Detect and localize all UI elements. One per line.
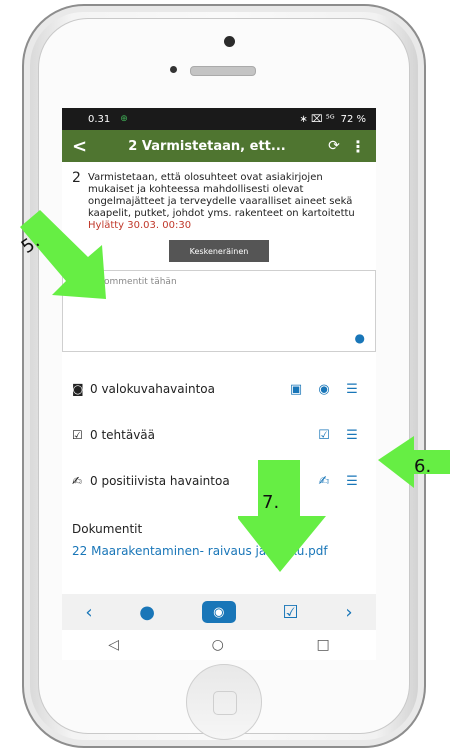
status-time: 0.31: [88, 113, 111, 125]
tasks-row: ☑ 0 tehtävää ☑ ☰: [62, 412, 376, 458]
sync-icon[interactable]: ⟳: [322, 138, 346, 154]
callout-arrow-5: [20, 210, 106, 299]
app-bar: < 2 Varmistetaan, ett... ⟳ ⋮: [62, 130, 376, 162]
task-description: Varmistetaan, että olosuhteet ovat asiak…: [88, 172, 355, 219]
add-task-icon[interactable]: ☑: [310, 428, 338, 443]
page-title: 2 Varmistetaan, ett...: [128, 138, 286, 154]
status-icons: ∗ ⌧ ⁵ᴳ: [299, 113, 335, 125]
rejected-status: Hylätty 30.03. 00:30: [88, 220, 192, 231]
photo-observation-icon: ◙: [72, 382, 84, 396]
task-icon: ☑: [72, 428, 83, 442]
settings-sliders-icon[interactable]: ☰: [338, 428, 366, 443]
phone-screen: 0.31 ⊕ ∗ ⌧ ⁵ᴳ 72 % < 2 Varmistetaan, ett…: [62, 108, 376, 660]
more-options-icon[interactable]: ⋮: [346, 137, 366, 156]
next-icon[interactable]: ›: [345, 602, 352, 623]
camera-icon[interactable]: ◉: [201, 601, 236, 623]
microphone-icon[interactable]: ●: [355, 331, 365, 345]
positive-observations-row: ✍ 0 positiivista havaintoa ✍ ☰: [62, 458, 376, 504]
settings-sliders-icon[interactable]: ☰: [338, 474, 366, 489]
status-button[interactable]: Keskeneräinen: [169, 240, 269, 262]
home-square-icon: [213, 691, 237, 715]
proximity-sensor: [170, 66, 177, 73]
task-body: Varmistetaan, että olosuhteet ovat asiak…: [88, 172, 366, 232]
android-nav-bar: ◁ ○ □: [62, 630, 376, 660]
nav-back-icon[interactable]: ◁: [108, 637, 119, 653]
microphone-icon[interactable]: ●: [139, 602, 155, 623]
nav-home-icon[interactable]: ○: [212, 637, 224, 653]
callout-arrow-7: [238, 460, 326, 572]
bottom-toolbar: ‹ ● ◉ ☑ ›: [62, 594, 376, 630]
callout-label-7: 7.: [262, 492, 280, 513]
earpiece-speaker: [190, 66, 256, 76]
back-icon[interactable]: <: [72, 136, 92, 157]
task-check-icon[interactable]: ☑: [282, 602, 298, 623]
tasks-label: 0 tehtävää: [90, 428, 156, 442]
photo-observations-row: ◙ 0 valokuvahavaintoa ▣ ◉ ☰: [62, 366, 376, 412]
sim-icon: ⊕: [120, 114, 128, 124]
observation-list: ◙ 0 valokuvahavaintoa ▣ ◉ ☰ ☑ 0 tehtävää…: [62, 366, 376, 504]
camera-icon[interactable]: ◉: [310, 382, 338, 397]
gallery-icon[interactable]: ▣: [282, 382, 310, 397]
documents-section: Dokumentit 22 Maarakentaminen- raivaus j…: [62, 504, 376, 558]
settings-sliders-icon[interactable]: ☰: [338, 382, 366, 397]
status-bar: 0.31 ⊕ ∗ ⌧ ⁵ᴳ 72 %: [62, 108, 376, 130]
previous-icon[interactable]: ‹: [85, 602, 92, 623]
photo-observations-label: 0 valokuvahavaintoa: [90, 382, 215, 396]
battery-level: 72 %: [340, 113, 366, 125]
home-button[interactable]: [186, 664, 262, 740]
callout-label-6: 6.: [414, 456, 432, 477]
thumbs-up-icon: ✍: [72, 474, 83, 488]
callout-arrow-6: [378, 436, 450, 488]
nav-recents-icon[interactable]: □: [316, 637, 329, 653]
front-camera: [224, 36, 235, 47]
